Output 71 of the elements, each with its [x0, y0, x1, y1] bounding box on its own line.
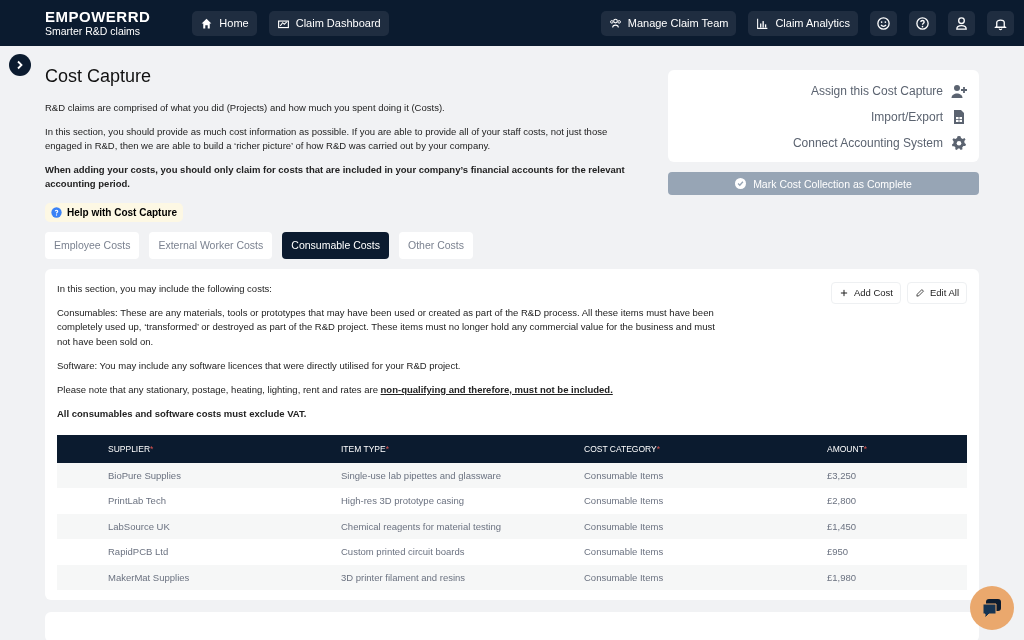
- nav-button[interactable]: Home: [192, 10, 257, 36]
- paragraph: In this section, you may include the following costs:: [57, 281, 273, 296]
- link[interactable]: non-qualifying and therefore, must not be included.: [380, 383, 613, 395]
- settings-icon: [951, 135, 967, 151]
- icon-button[interactable]: [948, 10, 975, 36]
- paragraph: All consumables and software costs must exclude VAT.: [57, 406, 308, 421]
- column-header: ITEM TYPE*: [341, 434, 584, 463]
- help-icon: [915, 15, 930, 31]
- nav-button[interactable]: Manage Claim Team: [600, 10, 737, 36]
- table-cell: Consumable Items: [584, 564, 827, 590]
- icon-button[interactable]: [870, 10, 897, 36]
- user-icon: [954, 15, 969, 31]
- nav-button[interactable]: Claim Dashboard: [268, 10, 389, 36]
- table-cell: £950: [827, 539, 967, 565]
- table-cell: Consumable Items: [584, 462, 827, 488]
- plus-icon: [838, 287, 849, 298]
- action-link[interactable]: Connect Accounting System: [792, 130, 967, 156]
- column-header: COST CATEGORY*: [584, 434, 827, 463]
- help-button[interactable]: Help with Cost Capture: [45, 202, 183, 222]
- spreadsheet-file-icon: [951, 109, 967, 125]
- paragraph: Consumables: These are any materials, tools or prototypes that may have been used or created as part of the R&D process. All these items must have been completely used up, ‘transformed’ or destroyed as part of the R&D project. These items must no longer hold any commercial value for the business and must not have been sold on.: [57, 305, 716, 349]
- toolbar-button[interactable]: Add Cost: [830, 281, 901, 304]
- table-cell: Single-use lab pipettes and glassware: [341, 462, 584, 488]
- tagline: Smarter R&D claims: [45, 26, 142, 37]
- paragraph: Please note that any stationary, postage, heating, lighting, rent and rates are non-qualifying and therefore, must not be included.: [57, 382, 614, 397]
- table-cell: Custom printed circuit boards: [341, 539, 584, 565]
- expand-sidebar-button[interactable]: [9, 54, 31, 76]
- tab[interactable]: Employee Costs: [45, 231, 140, 259]
- table-cell: High-res 3D prototype casing: [341, 488, 584, 514]
- check-circle-icon: [735, 178, 747, 189]
- toolbar-button[interactable]: Edit All: [906, 281, 967, 304]
- table-cell: Consumable Items: [584, 488, 827, 514]
- column-header: AMOUNT*: [827, 434, 967, 463]
- table-cell: £1,450: [827, 513, 967, 539]
- paragraph: Software: You may include any software licences that were directly utilised for your R&D project.: [57, 358, 462, 373]
- chevron-right-icon: [15, 60, 25, 70]
- home-icon: [200, 16, 214, 30]
- table-cell: PrintLab Tech: [57, 488, 341, 514]
- paragraph: R&D claims are comprised of what you did (Projects) and how much you spent doing it (Costs).: [45, 101, 446, 115]
- table-cell: LabSource UK: [57, 513, 341, 539]
- table-cell: Consumable Items: [584, 539, 827, 565]
- icon-button[interactable]: [987, 10, 1014, 36]
- team-icon: [608, 16, 622, 30]
- tab[interactable]: Other Costs: [399, 231, 474, 259]
- icon-button[interactable]: [909, 10, 936, 36]
- table-cell: £1,980: [827, 564, 967, 590]
- action-link[interactable]: Import/Export: [870, 104, 967, 130]
- table-cell: RapidPCB Ltd: [57, 539, 341, 565]
- help-icon: [51, 206, 62, 218]
- nav-button[interactable]: Claim Analytics: [748, 10, 858, 36]
- table-cell: 3D printer filament and resins: [341, 564, 584, 590]
- table-cell: Chemical reagents for material testing: [341, 513, 584, 539]
- table-cell: £2,800: [827, 488, 967, 514]
- column-header: SUPPLIER*: [57, 434, 341, 463]
- table-cell: MakerMat Supplies: [57, 564, 341, 590]
- table-cell: Consumable Items: [584, 513, 827, 539]
- action-link[interactable]: Assign this Cost Capture: [810, 78, 967, 104]
- table-cell: £3,250: [827, 462, 967, 488]
- user-plus-icon: [951, 83, 967, 99]
- notice-text: When adding your costs, you should only claim for costs that are included in your company’s financial accounts for the relevant accounting period.: [45, 162, 626, 191]
- paragraph: In this section, you should provide as much cost information as possible. If you are able to provide all of your staff costs, not just those engaged in R&D, then we are able to build a ‘richer picture’ of how R&D was carried out by your company.: [45, 124, 609, 153]
- pencil-icon: [914, 287, 925, 298]
- table-cell: BioPure Supplies: [57, 462, 341, 488]
- chat-button[interactable]: [970, 586, 1014, 630]
- page-title: Cost Capture: [45, 66, 153, 87]
- smiley-icon: [876, 15, 891, 31]
- tab[interactable]: External Worker Costs: [149, 231, 273, 259]
- chat-icon: [981, 597, 1003, 619]
- tab[interactable]: Consumable Costs: [282, 231, 389, 259]
- logo[interactable]: EMPOWERRD: [45, 9, 151, 25]
- bar-chart-icon: [756, 16, 770, 30]
